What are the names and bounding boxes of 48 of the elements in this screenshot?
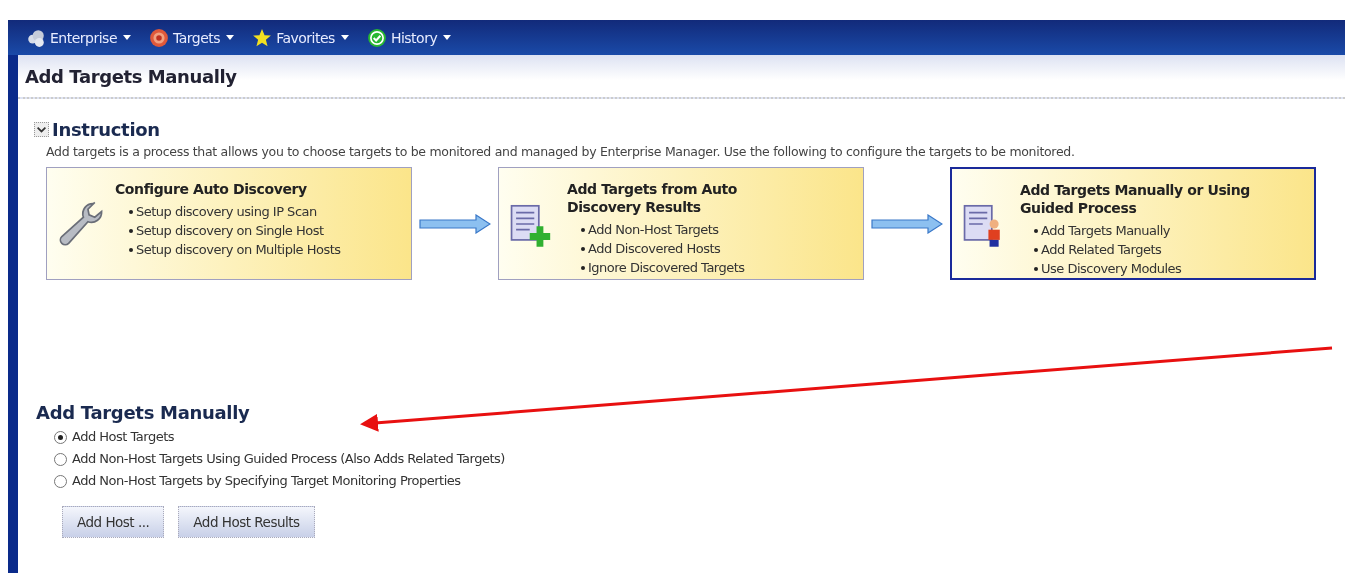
bullet-icon (581, 246, 585, 251)
card-item: Setup discovery on Multiple Hosts (136, 241, 341, 259)
arrow-icon (871, 213, 943, 234)
star-icon (252, 27, 273, 48)
section-heading: Add Targets Manually (36, 402, 251, 423)
action-button[interactable]: Add Host ... (62, 506, 165, 538)
collapse-toggle[interactable] (34, 122, 49, 137)
bullet-icon (1034, 247, 1038, 252)
action-button[interactable]: Add Host Results (178, 506, 315, 538)
caret-icon (443, 35, 452, 40)
bullet-icon (581, 265, 585, 270)
caret-icon (226, 35, 235, 40)
menu-item[interactable]: Targets (145, 27, 239, 48)
menu-item[interactable]: Favorites (248, 27, 353, 48)
bullet-icon (1034, 228, 1038, 233)
bullet-icon (129, 247, 133, 252)
radio-button[interactable] (54, 430, 67, 444)
instruction-text: Add targets is a process that allows you to choose targets to be monitored and managed by Enterprise Manager. Use the following to configure the targets to be monitored. (46, 144, 1076, 159)
card-item: Add Discovered Hosts (588, 240, 721, 258)
caret-icon (123, 35, 132, 40)
radio-button[interactable] (54, 452, 67, 466)
card-item: Ignore Discovered Targets (588, 259, 745, 277)
radio-button[interactable] (54, 474, 67, 488)
card-item: Setup discovery on Single Host (136, 222, 324, 240)
card-item: Add Related Targets (1041, 241, 1162, 259)
card-item: Use Discovery Modules (1041, 260, 1182, 278)
menu-item[interactable]: History (362, 27, 456, 48)
page-title: Add Targets Manually (25, 65, 237, 87)
menu-item[interactable]: Enterprise (22, 27, 136, 48)
card-title: Add Targets Manually or Using Guided Process (1020, 181, 1251, 217)
section-heading: Instruction (52, 119, 160, 140)
radio-label: Add Non-Host Targets Using Guided Process (Also Adds Related Targets) (72, 450, 505, 468)
card-item: Add Non-Host Targets (588, 221, 719, 239)
target-icon (149, 27, 170, 48)
bullet-icon (129, 209, 133, 214)
radio-label: Add Host Targets (72, 428, 175, 446)
radio-label: Add Non-Host Targets by Specifying Target Monitoring Properties (72, 472, 461, 490)
bullet-icon (581, 227, 585, 232)
cloud-icon (26, 27, 46, 48)
check-icon (366, 27, 387, 48)
card-item: Add Targets Manually (1041, 222, 1170, 240)
caret-icon (340, 35, 349, 40)
card-item: Setup discovery using IP Scan (136, 203, 317, 221)
card-title: Add Targets from Auto Discovery Results (567, 180, 739, 216)
bullet-icon (1034, 266, 1038, 271)
card-title: Configure Auto Discovery (115, 180, 308, 198)
bullet-icon (129, 228, 133, 233)
arrow-icon (419, 213, 491, 234)
